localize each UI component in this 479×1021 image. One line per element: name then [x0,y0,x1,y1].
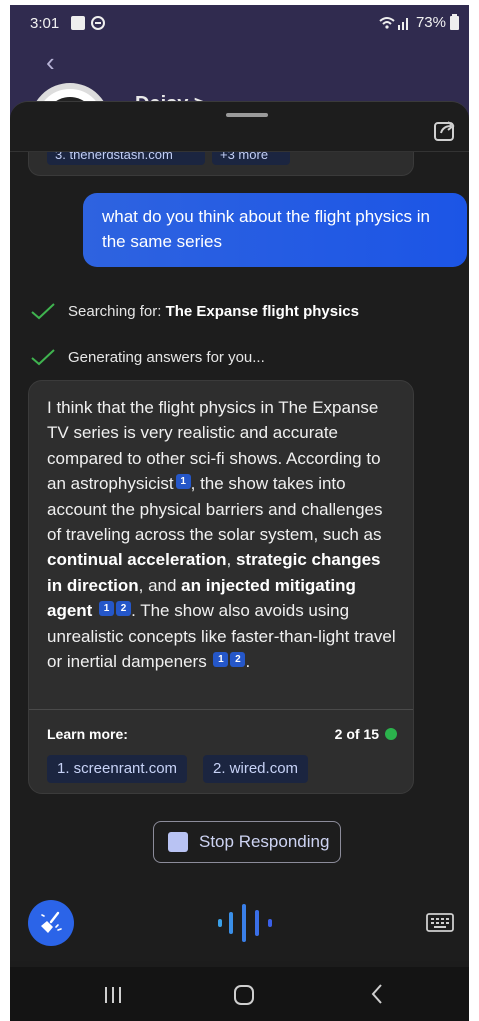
card-divider [29,709,413,710]
battery-icon [450,13,459,30]
status-generating: Generating answers for you... [30,346,265,368]
check-icon [31,303,55,320]
new-topic-button[interactable] [28,900,74,946]
source-chip-screenrant[interactable]: 1. screenrant.com [47,755,188,783]
citation-badge[interactable]: 1 [213,652,229,668]
keyboard-icon[interactable] [426,912,454,934]
home-icon[interactable] [234,985,254,1005]
stop-responding-button[interactable]: Stop Responding [153,821,341,863]
check-icon [31,349,55,366]
searching-prefix: Searching for: [68,302,166,320]
system-nav-bar [10,967,469,1021]
share-icon[interactable] [433,118,459,142]
back-icon[interactable] [370,983,384,1005]
status-right: 73% [378,13,459,31]
status-bar: 3:01 73% [10,5,469,43]
citation-badge[interactable]: 2 [230,652,246,668]
do-not-disturb-icon [91,16,105,30]
stop-icon [168,832,188,852]
chat-sheet: 3. thenerdstash.com +3 more what do you … [10,101,469,961]
status-searching: Searching for: The Expanse flight physic… [30,300,359,322]
response-counter: 2 of 15 [335,726,397,742]
user-message-bubble: what do you think about the flight physi… [83,193,467,267]
learn-more-label: Learn more: [47,726,128,742]
sheet-top-bar [10,102,469,152]
status-time: 3:01 [30,15,60,32]
source-chip-wired[interactable]: 2. wired.com [203,755,309,783]
counter-text: 2 of 15 [334,726,379,742]
recents-icon[interactable] [102,987,124,1003]
phone-screen: 3:01 73% ‹ Daisy > 3. thenerdstash.com +… [10,5,469,1021]
drag-handle[interactable] [226,113,268,117]
status-dot-icon [385,728,397,740]
searching-query: The Expanse flight physics [165,302,359,320]
gallery-icon [71,16,85,30]
stop-responding-label: Stop Responding [199,832,330,851]
citation-badge[interactable]: 1 [175,474,191,490]
broom-icon [41,911,62,933]
mic-wave-icon[interactable] [216,902,280,944]
generating-text: Generating answers for you... [68,348,265,366]
wifi-signal-icon [379,16,408,30]
background-back-icon[interactable]: ‹ [46,47,55,78]
answer-text: I think that the flight physics in The E… [47,398,396,672]
citation-badge[interactable]: 1 [99,601,115,617]
citation-badge[interactable]: 2 [116,601,132,617]
battery-percent: 73% [415,14,446,31]
answer-card: I think that the flight physics in The E… [28,380,414,794]
